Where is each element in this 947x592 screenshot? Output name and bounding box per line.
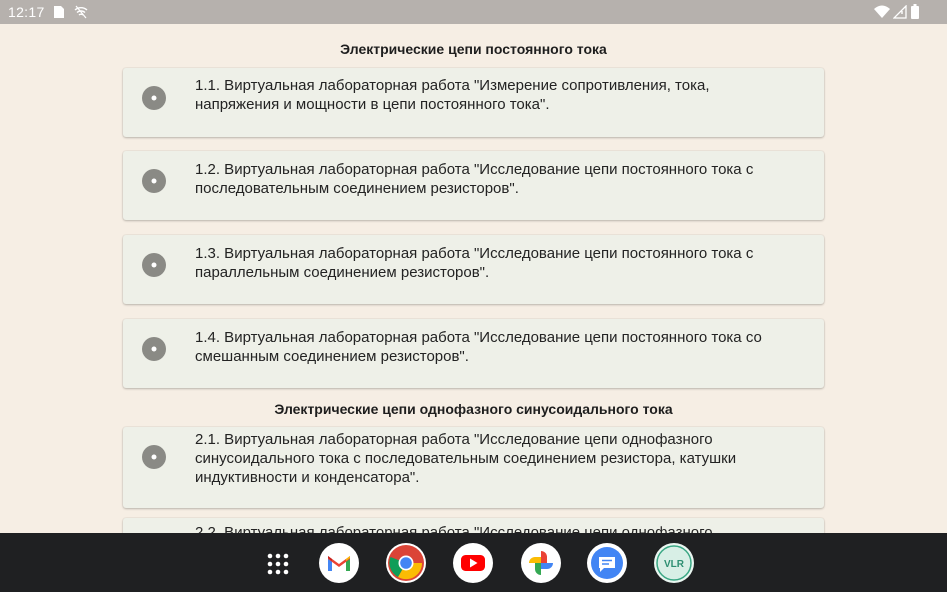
disc-icon	[142, 445, 166, 469]
app-drawer-icon[interactable]	[266, 552, 290, 576]
wifi-icon	[874, 5, 890, 18]
disc-icon	[142, 253, 166, 277]
lab-item-1-2[interactable]: 1.2. Виртуальная лабораторная работа "Ис…	[123, 151, 824, 220]
lab-item-1-4[interactable]: 1.4. Виртуальная лабораторная работа "Ис…	[123, 319, 824, 388]
photos-icon[interactable]	[521, 543, 561, 583]
taskbar: VLR	[0, 533, 947, 592]
section-title-dc: Электрические цепи постоянного тока	[340, 41, 607, 57]
lab-item-2-2[interactable]: 2.2. Виртуальная лабораторная работа "Ис…	[123, 518, 824, 533]
wifi-off-icon	[74, 5, 88, 19]
lab-item-2-1[interactable]: 2.1. Виртуальная лабораторная работа "Ис…	[123, 427, 824, 508]
gmail-icon[interactable]	[319, 543, 359, 583]
status-time: 12:17	[8, 4, 45, 20]
status-bar: 12:17	[0, 0, 947, 24]
signal-icon	[893, 5, 907, 19]
lab-item-text: 1.2. Виртуальная лабораторная работа "Ис…	[195, 161, 754, 197]
lab-work-list: Электрические цепи постоянного тока 1.1.…	[0, 24, 947, 533]
vlr-app-icon[interactable]: VLR	[654, 543, 694, 583]
lab-item-1-3[interactable]: 1.3. Виртуальная лабораторная работа "Ис…	[123, 235, 824, 304]
disc-icon	[142, 86, 166, 110]
lab-item-1-1[interactable]: 1.1. Виртуальная лабораторная работа "Из…	[123, 68, 824, 137]
sim-card-icon	[54, 6, 64, 18]
lab-item-text: 2.2. Виртуальная лабораторная работа "Ис…	[195, 524, 713, 533]
lab-item-text: 1.4. Виртуальная лабораторная работа "Ис…	[195, 329, 762, 365]
battery-icon	[911, 4, 919, 19]
disc-icon	[142, 169, 166, 193]
chrome-icon[interactable]	[386, 543, 426, 583]
lab-item-text: 2.1. Виртуальная лабораторная работа "Ис…	[195, 431, 737, 486]
disc-icon	[142, 337, 166, 361]
youtube-icon[interactable]	[453, 543, 493, 583]
section-title-ac: Электрические цепи однофазного синусоида…	[274, 401, 673, 417]
lab-item-text: 1.3. Виртуальная лабораторная работа "Ис…	[195, 245, 754, 281]
messages-icon[interactable]	[587, 543, 627, 583]
vlr-app-label: VLR	[664, 559, 685, 570]
lab-item-text: 1.1. Виртуальная лабораторная работа "Из…	[195, 77, 710, 113]
